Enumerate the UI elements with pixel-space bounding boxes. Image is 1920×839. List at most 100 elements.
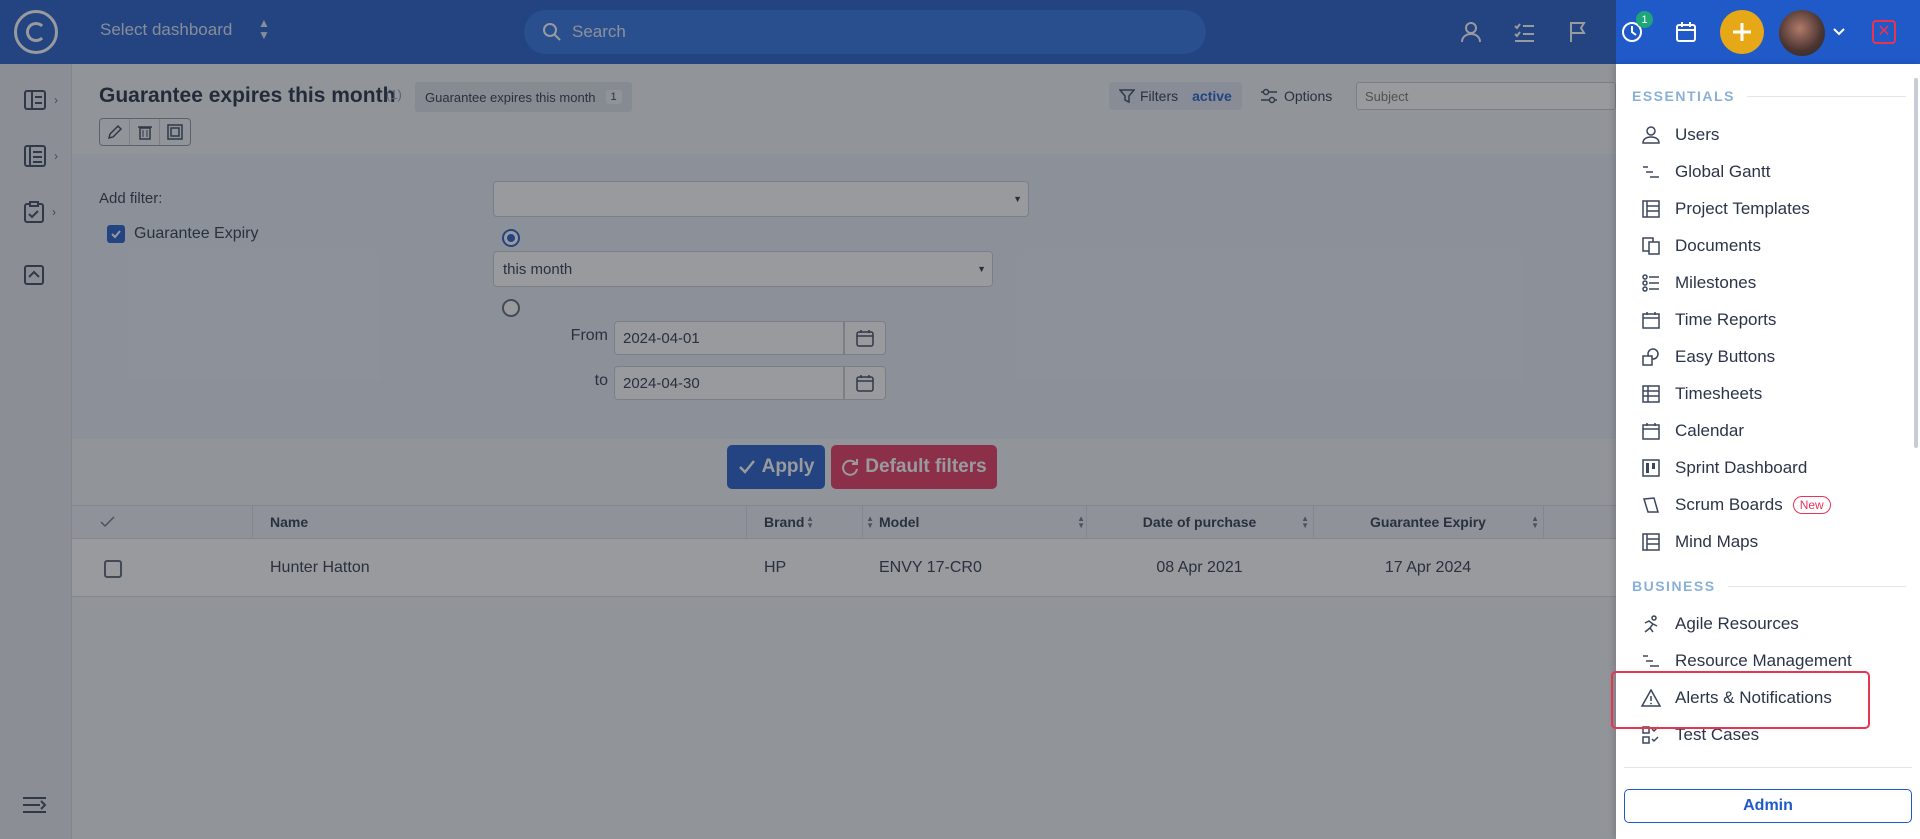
menu-item-time-reports[interactable]: Time Reports <box>1640 305 1894 335</box>
menu-item-agile-resources[interactable]: Agile Resources <box>1640 609 1894 639</box>
menu-item-alerts-notifications[interactable]: Alerts & Notifications <box>1640 683 1894 713</box>
admin-button[interactable]: Admin <box>1624 789 1912 823</box>
period-radio[interactable] <box>502 229 520 247</box>
column-header-model[interactable]: Model ▲ ▼ <box>879 506 1089 538</box>
check-icon[interactable] <box>100 506 116 538</box>
close-icon[interactable]: ✕ <box>1872 20 1896 44</box>
subject-search-input[interactable] <box>1356 82 1616 110</box>
checkbox-checked[interactable] <box>107 225 125 243</box>
sort-icon: ▲ ▼ <box>1301 514 1309 530</box>
left-rail: › › › <box>0 64 72 839</box>
menu-item-test-cases[interactable]: Test Cases <box>1640 720 1894 750</box>
sort-icon: ▲ ▼ <box>1077 514 1085 530</box>
calendar-icon[interactable] <box>844 366 886 400</box>
runner-icon <box>1640 613 1662 635</box>
gantt-icon <box>1640 161 1662 183</box>
filter-icon <box>1119 89 1135 104</box>
menu-item-project-templates[interactable]: Project Templates <box>1640 194 1894 224</box>
dashboard-icon <box>24 90 46 110</box>
default-filters-label: Default filters <box>865 456 987 477</box>
saved-query-count: 1 <box>605 90 622 104</box>
new-badge: New <box>1792 496 1831 514</box>
table-header: Name ▲ ▼ Brand ▲ ▼ Model ▲ ▼ Date of purcha… <box>72 505 1616 539</box>
filters-label: Filters <box>1140 88 1179 104</box>
section-heading-essentials: ESSENTIALS <box>1632 88 1906 104</box>
add-filter-select[interactable]: ▼ <box>493 181 1029 217</box>
date-range-radio[interactable] <box>502 299 520 317</box>
menu-item-scrum-boards[interactable]: Scrum Boards New <box>1640 490 1894 520</box>
options-button[interactable]: Options <box>1260 82 1332 110</box>
row-checkbox[interactable] <box>104 560 122 578</box>
filters-button[interactable]: Filters active <box>1109 82 1242 110</box>
add-filter-label: Add filter: <box>99 190 163 207</box>
menu-item-milestones[interactable]: Milestones <box>1640 268 1894 298</box>
from-label: From <box>570 327 608 344</box>
rail-dashboard[interactable]: › <box>24 87 64 113</box>
period-select[interactable]: this month ▼ <box>493 251 993 287</box>
cell-model: ENVY 17-CR0 <box>879 559 982 576</box>
rail-inbox[interactable] <box>24 262 64 288</box>
menu-item-users[interactable]: Users <box>1640 120 1894 150</box>
edit-icon[interactable] <box>100 119 130 145</box>
user-icon[interactable] <box>1458 19 1484 45</box>
menu-item-resource-management[interactable]: Resource Management <box>1640 646 1894 676</box>
timer-badge: 1 <box>1636 11 1653 28</box>
app-logo[interactable] <box>14 10 58 54</box>
gantt-icon <box>1640 650 1662 672</box>
scrollbar[interactable] <box>1914 78 1918 448</box>
collapse-menu-icon[interactable] <box>22 796 48 817</box>
guarantee-expiry-label: Guarantee Expiry <box>134 225 259 242</box>
top-bar: Select dashboard ▲▼ 1 ✕ <box>0 0 1920 64</box>
menu-item-calendar[interactable]: Calendar <box>1640 416 1894 446</box>
menu-item-mind-maps[interactable]: Mind Maps <box>1640 527 1894 557</box>
dashboard-select[interactable]: Select dashboard <box>100 20 232 40</box>
more-menu-panel: ESSENTIALS Users Global Gantt Project Te… <box>1616 64 1920 839</box>
rail-projects[interactable]: › <box>24 143 64 169</box>
chevron-right-icon: › <box>52 205 56 219</box>
refresh-icon <box>842 459 859 476</box>
to-date-field[interactable]: 2024-04-30 <box>614 366 844 400</box>
table-row[interactable]: Hunter Hatton HP ENVY 17-CR0 08 Apr 2021… <box>72 539 1616 597</box>
to-label: to <box>594 372 608 389</box>
guarantee-expiry-filter[interactable]: Guarantee Expiry <box>107 225 259 243</box>
column-header-name[interactable]: Name ▲ ▼ <box>270 506 818 538</box>
flag-icon[interactable] <box>1565 19 1591 45</box>
saved-query-chip[interactable]: Guarantee expires this month 1 <box>415 82 632 112</box>
from-date-field[interactable]: 2024-04-01 <box>614 321 844 355</box>
dashboard-select-arrows-icon[interactable]: ▲ ▼ <box>258 17 270 41</box>
menu-item-sprint-dashboard[interactable]: Sprint Dashboard <box>1640 453 1894 483</box>
copy-icon[interactable] <box>160 119 190 145</box>
cell-name[interactable]: Hunter Hatton <box>270 539 370 597</box>
global-search[interactable] <box>524 10 1206 54</box>
period-value: this month <box>503 260 573 278</box>
calendar-icon[interactable] <box>844 321 886 355</box>
apply-button[interactable]: Apply <box>727 445 825 489</box>
menu-item-timesheets[interactable]: Timesheets <box>1640 379 1894 409</box>
rail-tasks[interactable]: › <box>24 199 64 225</box>
caret-down-icon: ▼ <box>1013 194 1022 204</box>
apply-label: Apply <box>761 456 815 477</box>
column-header-date-of-purchase[interactable]: Date of purchase ▲ ▼ <box>1086 506 1313 538</box>
page-title: Guarantee expires this month <box>99 84 396 107</box>
chevron-right-icon: › <box>54 93 58 107</box>
calendar-icon[interactable] <box>1673 19 1699 45</box>
projects-icon <box>24 145 46 167</box>
default-filters-button[interactable]: Default filters <box>831 445 997 489</box>
search-input[interactable] <box>572 22 1172 42</box>
filters-state: active <box>1192 88 1232 104</box>
chevron-down-icon[interactable] <box>1826 19 1852 45</box>
avatar[interactable] <box>1779 10 1825 56</box>
menu-item-easy-buttons[interactable]: Easy Buttons <box>1640 342 1894 372</box>
mindmap-icon <box>1640 531 1662 553</box>
divider <box>1624 767 1912 768</box>
search-icon <box>543 23 561 41</box>
options-icon <box>1261 88 1277 104</box>
sort-icon: ▲ ▼ <box>1531 514 1539 530</box>
menu-item-documents[interactable]: Documents <box>1640 231 1894 261</box>
trash-icon[interactable] <box>130 119 160 145</box>
plus-icon[interactable] <box>1720 10 1764 54</box>
tasks-icon[interactable] <box>1511 19 1537 45</box>
menu-item-global-gantt[interactable]: Global Gantt <box>1640 157 1894 187</box>
column-header-brand[interactable]: Brand ▲ ▼ <box>764 506 878 538</box>
column-header-guarantee-expiry[interactable]: Guarantee Expiry ▲ ▼ <box>1313 506 1543 538</box>
